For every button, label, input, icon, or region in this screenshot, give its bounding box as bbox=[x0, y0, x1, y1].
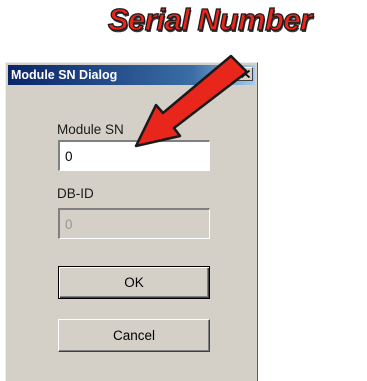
ok-button[interactable]: OK bbox=[58, 266, 210, 299]
module-sn-label: Module SN bbox=[57, 122, 124, 137]
annotation-arrow bbox=[134, 54, 249, 148]
cancel-button[interactable]: Cancel bbox=[58, 319, 210, 352]
dialog-title: Module SN Dialog bbox=[11, 68, 118, 82]
db-id-label: DB-ID bbox=[57, 186, 94, 201]
db-id-input bbox=[58, 208, 210, 239]
serial-number-annotation: Serial Number bbox=[107, 1, 313, 37]
